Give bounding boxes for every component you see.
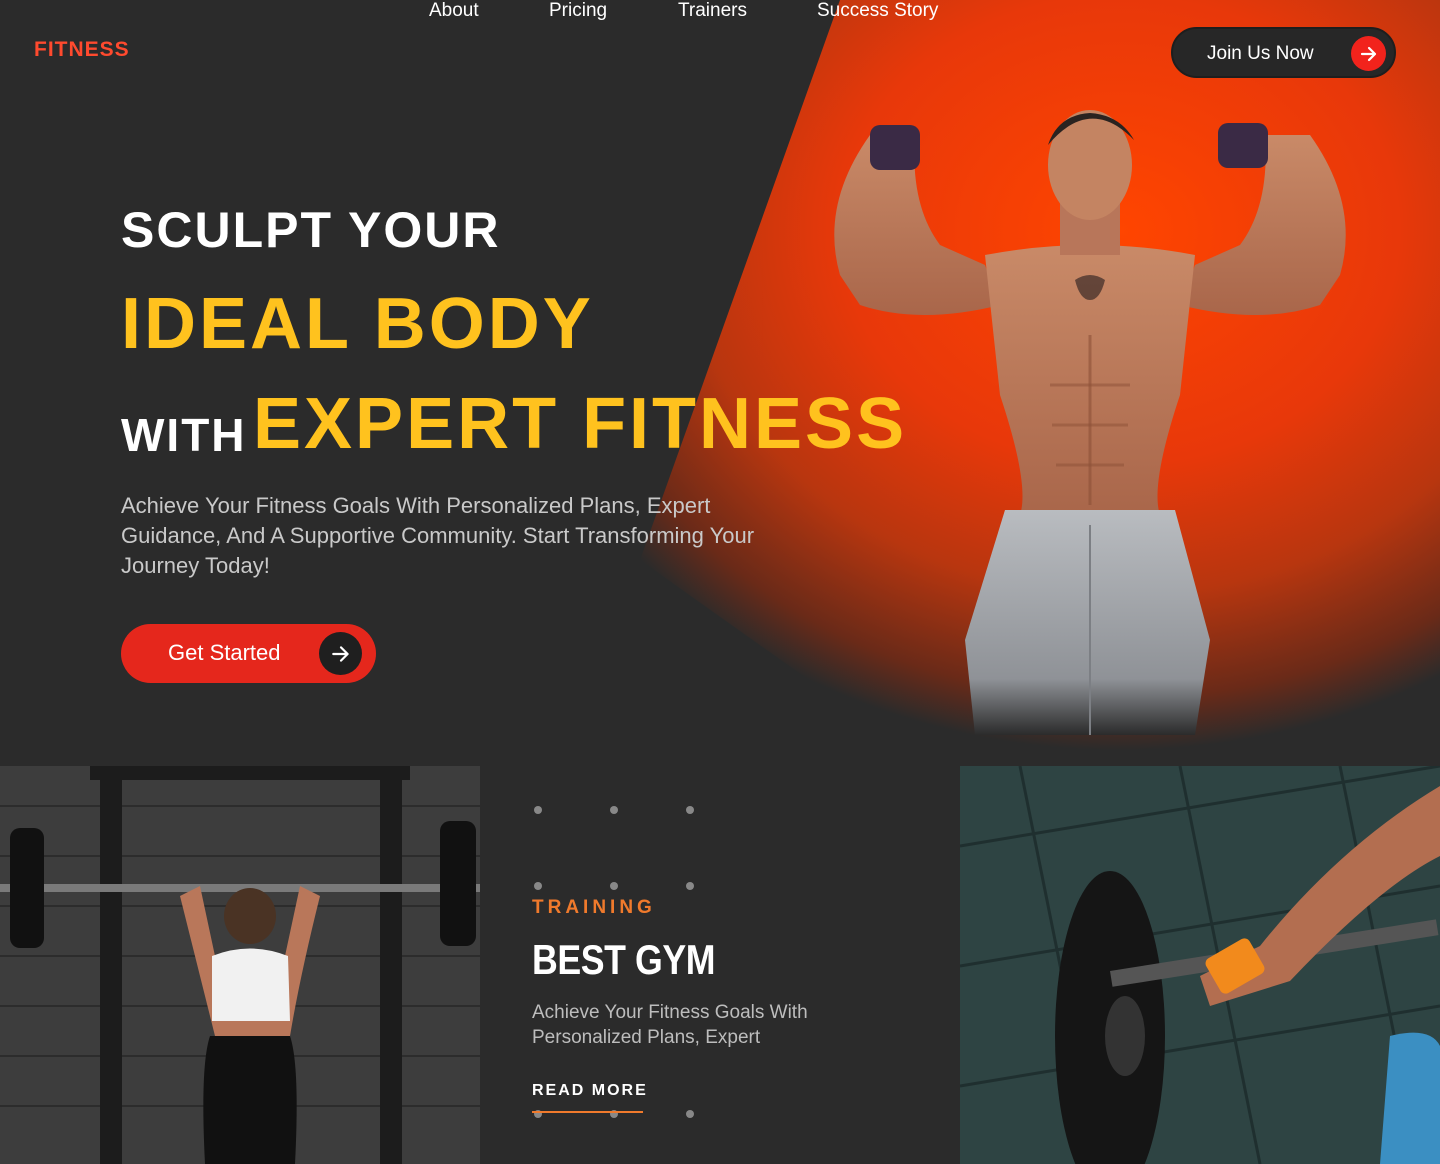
- weightlifting-image: [0, 766, 480, 1164]
- decorative-dot: [534, 882, 542, 890]
- decorative-dot: [534, 806, 542, 814]
- nav-item-success-story[interactable]: Success Story: [817, 0, 938, 22]
- arrow-right-icon: [1351, 36, 1386, 71]
- hero-section: FITNESS About Pricing Trainers Success S…: [0, 0, 1440, 766]
- hero-subtitle: Achieve Your Fitness Goals With Personal…: [121, 493, 755, 578]
- read-more-link[interactable]: READ MORE: [532, 1082, 648, 1100]
- nav-item-about[interactable]: About: [429, 0, 479, 22]
- get-started-label: Get Started: [168, 640, 281, 665]
- barbell-grip-image: [960, 766, 1440, 1164]
- arrow-right-icon: [319, 632, 362, 675]
- hero-heading-line2: IDEAL BODY: [121, 284, 594, 364]
- join-us-now-button[interactable]: Join Us Now: [1171, 27, 1396, 78]
- card-title: BEST GYM: [532, 936, 716, 983]
- get-started-button[interactable]: Get Started: [121, 624, 376, 683]
- card-tag: TRAINING: [532, 897, 656, 918]
- hero-heading-line1: SCULPT YOUR: [121, 202, 501, 258]
- hero-heading-line3: EXPERT FITNESS: [253, 384, 908, 464]
- decorative-dot: [686, 882, 694, 890]
- card-text: Achieve Your Fitness Goals With Personal…: [532, 1002, 808, 1048]
- barbell-grip-photo: [960, 766, 1440, 1164]
- weightlifting-photo: [0, 766, 480, 1164]
- decorative-dot: [686, 1110, 694, 1118]
- hero-heading-with: WITH: [121, 409, 247, 461]
- decorative-dot: [610, 882, 618, 890]
- nav-item-trainers[interactable]: Trainers: [678, 0, 747, 22]
- decorative-dot: [686, 806, 694, 814]
- nav-item-pricing[interactable]: Pricing: [549, 0, 607, 22]
- brand-logo[interactable]: FITNESS: [34, 38, 130, 62]
- training-card: TRAINING BEST GYM Achieve Your Fitness G…: [480, 766, 960, 1164]
- read-more-underline: [532, 1111, 643, 1113]
- decorative-dot: [610, 806, 618, 814]
- join-button-label: Join Us Now: [1207, 43, 1314, 64]
